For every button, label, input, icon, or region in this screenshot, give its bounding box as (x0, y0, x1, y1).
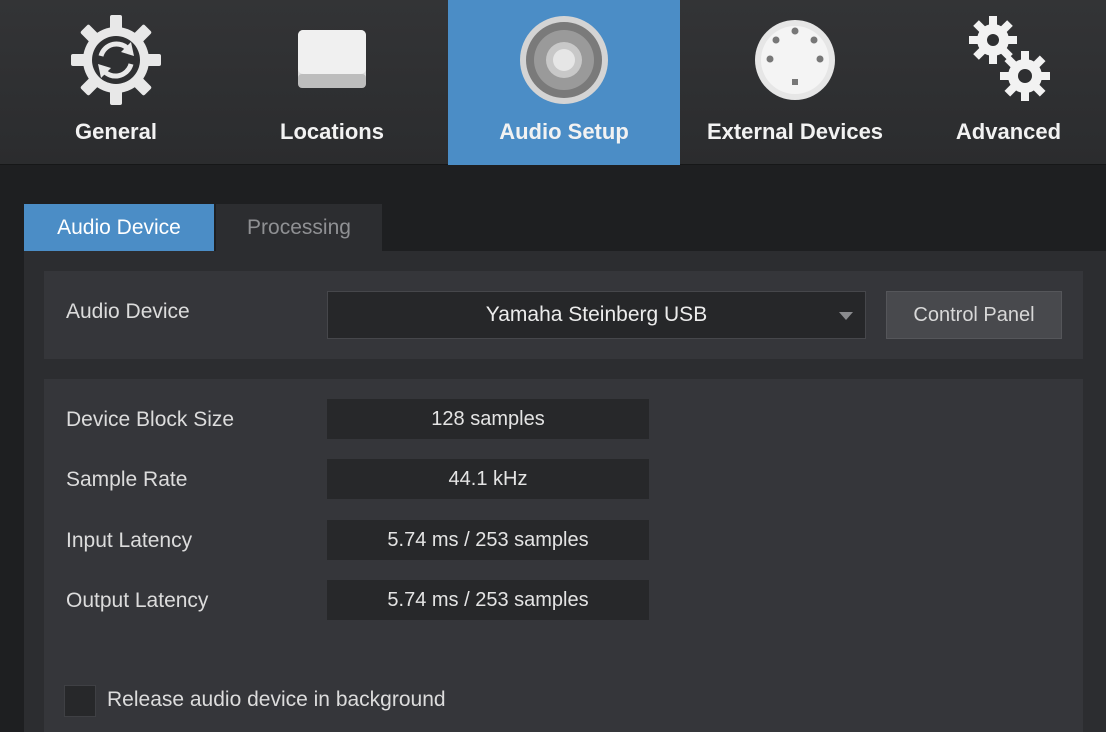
midi-port-icon (679, 10, 911, 110)
device-block-size-value: 128 samples (327, 399, 649, 439)
sample-rate-label: Sample Rate (66, 468, 188, 491)
output-latency-value: 5.74 ms / 253 samples (327, 580, 649, 620)
category-label: Locations (280, 119, 384, 144)
category-label: External Devices (706, 119, 884, 144)
sync-gear-icon (0, 10, 232, 110)
device-block-size-label: Device Block Size (66, 408, 235, 431)
audio-device-label: Audio Device (66, 300, 190, 323)
category-audio-setup[interactable]: Audio Setup (448, 0, 680, 165)
output-latency-label: Output Latency (66, 589, 209, 612)
audio-device-panel: Audio Device Yamaha Steinberg USB Contro… (24, 251, 1106, 732)
device-selection-group: Audio Device Yamaha Steinberg USB Contro… (44, 271, 1083, 359)
category-external-devices[interactable]: External Devices (679, 0, 911, 165)
release-audio-device-label: Release audio device in background (107, 688, 446, 711)
category-general[interactable]: General (0, 0, 232, 165)
tab-processing[interactable]: Processing (216, 204, 382, 251)
sample-rate-value: 44.1 kHz (327, 459, 649, 499)
category-advanced[interactable]: Advanced (911, 0, 1106, 165)
audio-device-selected-value: Yamaha Steinberg USB (485, 303, 708, 326)
category-label: General (75, 119, 157, 144)
category-label: Audio Setup (499, 119, 629, 144)
device-settings-group: Device Block Size 128 samples Sample Rat… (44, 379, 1083, 732)
preferences-category-bar: General Locations Audio Setup External D… (0, 0, 1106, 165)
drive-icon (216, 10, 448, 110)
control-panel-button[interactable]: Control Panel (886, 291, 1062, 339)
category-locations[interactable]: Locations (216, 0, 448, 165)
input-latency-value: 5.74 ms / 253 samples (327, 520, 649, 560)
release-audio-device-checkbox[interactable] (64, 685, 96, 717)
category-label: Advanced (955, 119, 1062, 144)
speaker-icon (448, 10, 680, 110)
input-latency-label: Input Latency (66, 529, 193, 552)
chevron-down-icon (839, 312, 853, 320)
tab-audio-device[interactable]: Audio Device (24, 204, 214, 251)
gears-icon (911, 10, 1106, 110)
audio-device-dropdown[interactable]: Yamaha Steinberg USB (327, 291, 866, 339)
